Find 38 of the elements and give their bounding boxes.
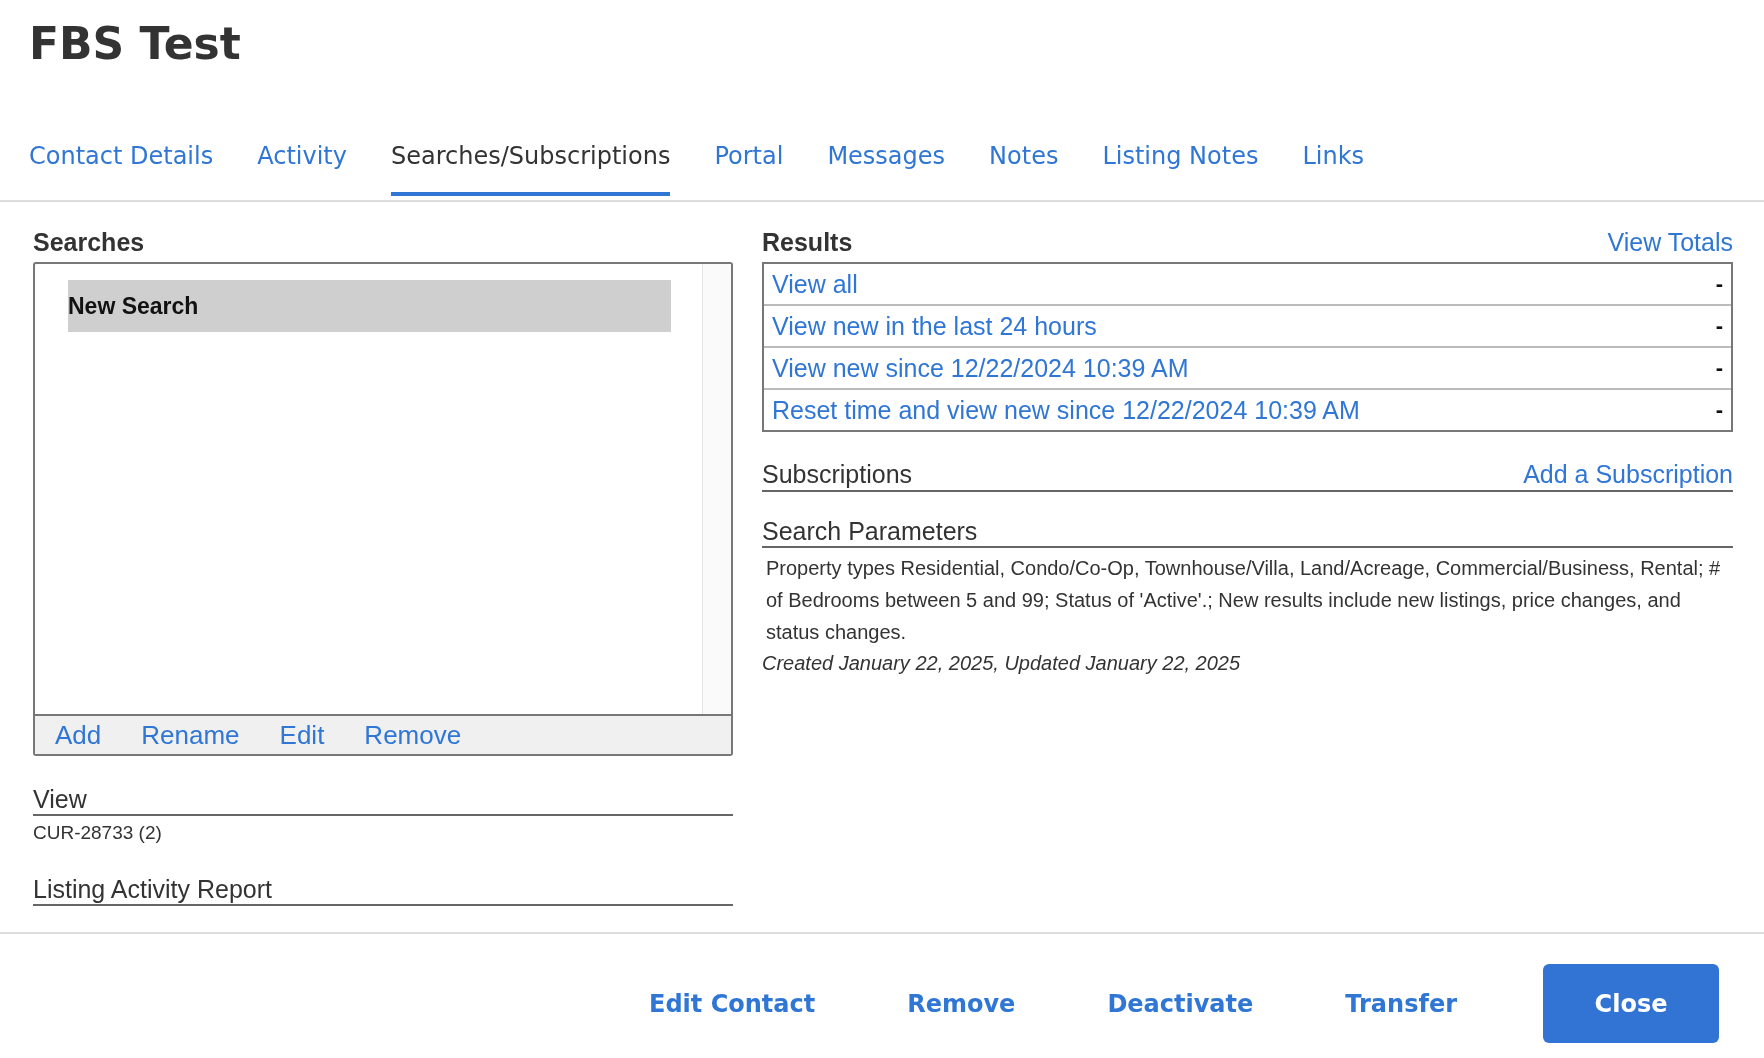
tab[interactable]: Links: [1302, 140, 1365, 196]
result-link[interactable]: View new in the last 24 hours: [772, 311, 1097, 341]
tab[interactable]: Messages: [827, 140, 946, 196]
result-link[interactable]: Reset time and view new since 12/22/2024 10:39 AM: [772, 395, 1360, 425]
section-heading: Subscriptions: [762, 459, 913, 490]
search-list-item[interactable]: New Search: [68, 280, 671, 332]
section-heading: Results: [762, 227, 853, 258]
tab[interactable]: Notes: [989, 140, 1059, 196]
close-button[interactable]: Close: [1543, 964, 1719, 1043]
action-link[interactable]: Remove: [364, 719, 462, 751]
page-title: FBS Test: [28, 17, 242, 71]
result-link[interactable]: View all: [772, 269, 858, 299]
result-count: -: [1715, 271, 1723, 297]
result-count: -: [1715, 355, 1723, 381]
footer-button[interactable]: Edit Contact: [623, 964, 842, 1043]
view-value: CUR-28733 (2): [33, 822, 163, 844]
result-count: -: [1715, 313, 1723, 339]
action-link[interactable]: Edit: [279, 719, 325, 751]
result-link[interactable]: View new since 12/22/2024 10:39 AM: [772, 353, 1189, 383]
section-heading: View: [33, 784, 733, 816]
search-parameters-text: Property types Residential, Condo/Co-Op, Townhouse/Villa, Land/Acreage, Commercial/Business, Rental; # of Bedrooms between 5 and 99; Status of 'Active'.; New results include new listings, price changes, and status changes.: [766, 556, 1722, 645]
tab[interactable]: Portal: [714, 140, 784, 196]
add-subscription-link[interactable]: Add a Subscription: [1523, 458, 1733, 490]
dates-text: Created January 22, 2025, Updated January 22, 2025: [762, 652, 1242, 675]
section-heading: Listing Activity Report: [33, 874, 733, 906]
tab[interactable]: Activity: [257, 140, 347, 196]
tab[interactable]: Contact Details: [29, 140, 214, 196]
footer-button[interactable]: Remove: [881, 964, 1042, 1043]
footer-button[interactable]: Deactivate: [1081, 964, 1280, 1043]
tab[interactable]: Searches/Subscriptions: [391, 140, 671, 196]
footer-button[interactable]: Transfer: [1319, 964, 1483, 1043]
action-link[interactable]: Add: [55, 719, 102, 751]
section-heading: Searches: [33, 227, 146, 258]
view-totals-link[interactable]: View Totals: [1607, 228, 1733, 257]
action-link[interactable]: Rename: [141, 719, 240, 751]
tab[interactable]: Listing Notes: [1102, 140, 1259, 196]
section-heading: Search Parameters: [762, 516, 1733, 548]
result-count: -: [1715, 397, 1723, 423]
